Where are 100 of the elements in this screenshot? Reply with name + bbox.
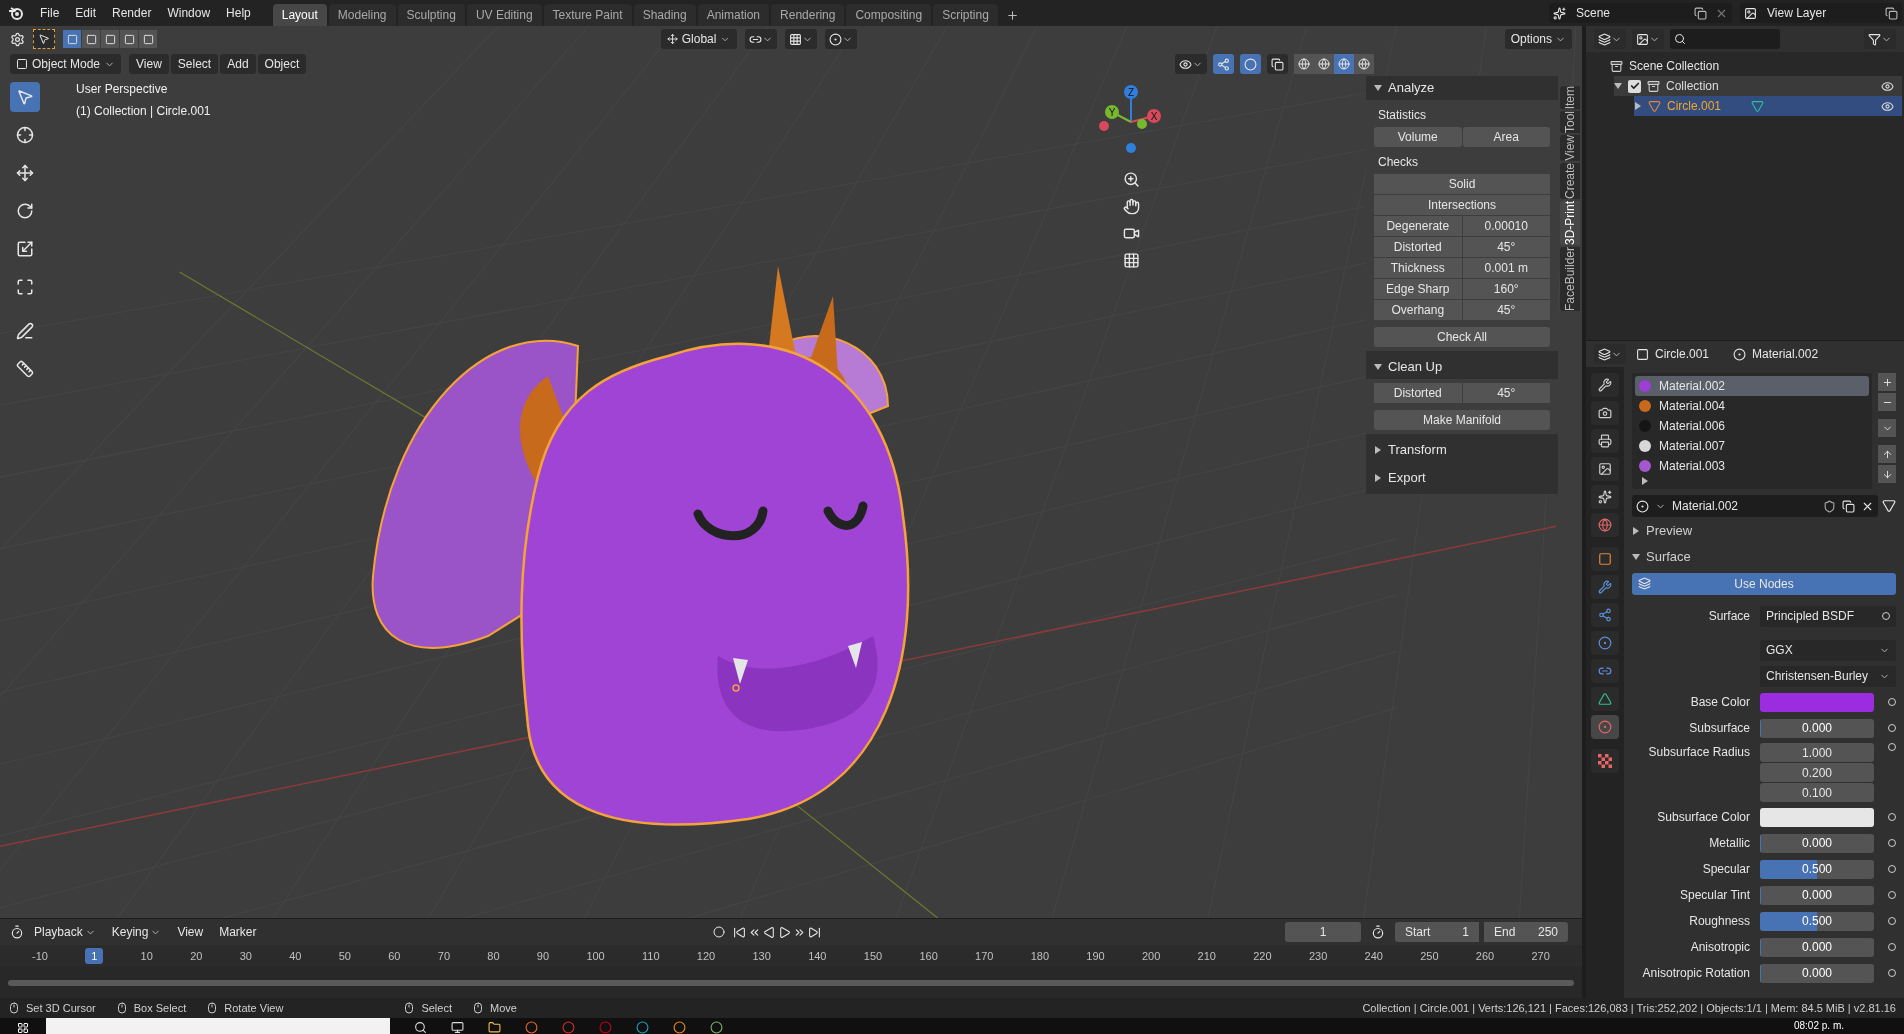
workspace-tab[interactable]: UV Editing xyxy=(466,4,542,26)
check-button[interactable]: Solid xyxy=(1374,174,1550,194)
selection-mode-button[interactable] xyxy=(63,30,81,48)
xray-button[interactable] xyxy=(1267,54,1288,74)
number-field[interactable]: 0.500 xyxy=(1760,859,1874,879)
dropdown-field[interactable]: Christensen-Burley xyxy=(1760,665,1896,687)
grid-icon[interactable] xyxy=(1123,252,1140,269)
properties-tab[interactable] xyxy=(1591,659,1619,683)
value-field[interactable]: 0.00010 xyxy=(1462,216,1550,236)
action-button[interactable]: Make Manifold xyxy=(1374,410,1550,430)
number-field[interactable]: 0.500 xyxy=(1760,911,1874,931)
mesh-data-icon[interactable] xyxy=(1882,499,1896,513)
move-down-button[interactable] xyxy=(1878,465,1896,483)
collapsed-triangle-icon[interactable] xyxy=(1641,477,1649,485)
properties-tab[interactable] xyxy=(1591,513,1619,537)
shading-mode-button[interactable] xyxy=(1334,54,1354,74)
dropdown-field[interactable]: Principled BSDF xyxy=(1760,605,1896,627)
selection-mode-button[interactable] xyxy=(139,30,157,48)
value-field[interactable]: 45° xyxy=(1462,300,1550,320)
workspace-tab[interactable]: Rendering xyxy=(771,4,845,26)
check-button[interactable]: Thickness xyxy=(1374,258,1462,278)
orientation-dropdown[interactable]: Global xyxy=(660,29,737,49)
shading-mode-button[interactable] xyxy=(1354,54,1374,74)
workspace-tab[interactable]: Sculpting xyxy=(397,4,465,26)
axis-gizmo[interactable]: Z Y X xyxy=(1096,82,1166,162)
menu-item[interactable]: File xyxy=(32,4,68,22)
workspace-tab[interactable]: Layout xyxy=(272,4,327,26)
editor-type-icon[interactable] xyxy=(10,31,25,47)
check-button[interactable]: Intersections xyxy=(1374,195,1550,215)
zoom-icon[interactable] xyxy=(1123,171,1140,188)
record-icon[interactable] xyxy=(713,926,725,938)
filter-mode-button[interactable] xyxy=(1632,29,1664,49)
expanded-triangle-icon[interactable] xyxy=(1374,84,1382,92)
workspace-tab[interactable]: Texture Paint xyxy=(543,4,632,26)
scrollbar[interactable] xyxy=(8,979,1574,986)
app-icon[interactable] xyxy=(710,1021,723,1034)
material-slot[interactable]: Material.004 xyxy=(1635,396,1869,416)
menu-item[interactable]: Edit xyxy=(67,4,105,22)
copy-icon[interactable] xyxy=(1694,6,1707,20)
workspace-tab[interactable]: Modeling xyxy=(328,4,396,26)
tool-button[interactable] xyxy=(10,82,40,112)
header-menu[interactable]: Select xyxy=(170,54,219,74)
jump-start-icon[interactable] xyxy=(733,925,746,939)
outliner-row[interactable]: Collection xyxy=(1614,76,1902,96)
options-button[interactable]: Options xyxy=(1504,29,1572,49)
outliner-row[interactable]: Circle.001 xyxy=(1634,96,1902,116)
action-button[interactable]: Check All xyxy=(1374,327,1550,347)
workspace-tab[interactable]: Animation xyxy=(697,4,770,26)
timeline-menu[interactable]: Keying xyxy=(105,923,168,941)
color-swatch[interactable] xyxy=(1760,807,1874,827)
properties-tab[interactable] xyxy=(1591,687,1619,711)
expanded-triangle-icon[interactable] xyxy=(1374,363,1382,371)
value-field[interactable]: 45° xyxy=(1462,383,1550,403)
material-slot[interactable]: Material.007 xyxy=(1635,436,1869,456)
collapsed-triangle-icon[interactable] xyxy=(1634,102,1642,110)
number-field[interactable]: 0.000 xyxy=(1760,885,1874,905)
workspace-tab[interactable]: Scripting xyxy=(933,4,998,26)
sidebar-tab[interactable]: Tool xyxy=(1560,111,1580,134)
sidebar-tab[interactable]: 3D-Print xyxy=(1560,201,1580,246)
selection-mode-button[interactable] xyxy=(120,30,138,48)
copy-icon[interactable] xyxy=(1842,499,1855,513)
header-menu[interactable]: Object xyxy=(257,54,307,74)
timeline-menu[interactable]: Marker xyxy=(213,923,263,941)
editor-type-button[interactable] xyxy=(1594,344,1626,364)
windows-logo-icon[interactable] xyxy=(17,1022,29,1034)
collapsed-triangle-icon[interactable] xyxy=(1374,474,1382,482)
shield-icon[interactable] xyxy=(1823,499,1836,513)
app-icon[interactable] xyxy=(636,1021,649,1034)
properties-tab[interactable] xyxy=(1591,373,1619,397)
menu-item[interactable]: Window xyxy=(159,4,219,22)
add-icon[interactable] xyxy=(1005,8,1019,22)
current-frame-field[interactable]: 1 xyxy=(1285,922,1361,942)
sidebar-tab[interactable]: View xyxy=(1560,135,1580,162)
app-icon[interactable] xyxy=(673,1021,686,1034)
mode-dropdown[interactable]: Object Mode xyxy=(10,54,122,74)
dropdown-field[interactable]: GGX xyxy=(1760,639,1896,661)
properties-tab[interactable] xyxy=(1591,401,1619,425)
search-field[interactable] xyxy=(1670,29,1780,49)
eye-icon[interactable] xyxy=(1881,79,1894,93)
remove-slot-button[interactable] xyxy=(1878,393,1896,411)
vector-field[interactable]: 0.200 xyxy=(1760,763,1874,782)
timeline-menu[interactable]: View xyxy=(171,923,210,941)
menu-item[interactable]: Render xyxy=(104,4,160,22)
section-header[interactable]: Surface xyxy=(1632,545,1896,569)
statistic-button[interactable]: Area xyxy=(1462,127,1550,147)
jump-end-icon[interactable] xyxy=(808,925,821,939)
play-icon[interactable] xyxy=(778,925,791,939)
sidebar-tab[interactable]: Create xyxy=(1560,163,1580,200)
number-field[interactable]: 0.000 xyxy=(1760,833,1874,853)
material-slot[interactable]: Material.006 xyxy=(1635,416,1869,436)
copy-icon[interactable] xyxy=(1885,6,1898,20)
timeline-menu[interactable]: Playback xyxy=(28,923,102,941)
number-field[interactable]: 0.000 xyxy=(1760,963,1874,983)
value-field[interactable]: 0.001 m xyxy=(1462,258,1550,278)
properties-tab[interactable] xyxy=(1591,485,1619,509)
properties-tab[interactable] xyxy=(1591,575,1619,599)
properties-tab[interactable] xyxy=(1591,457,1619,481)
properties-tab[interactable] xyxy=(1591,547,1619,571)
check-button[interactable]: Edge Sharp xyxy=(1374,279,1462,299)
proportional-button[interactable] xyxy=(824,29,857,49)
